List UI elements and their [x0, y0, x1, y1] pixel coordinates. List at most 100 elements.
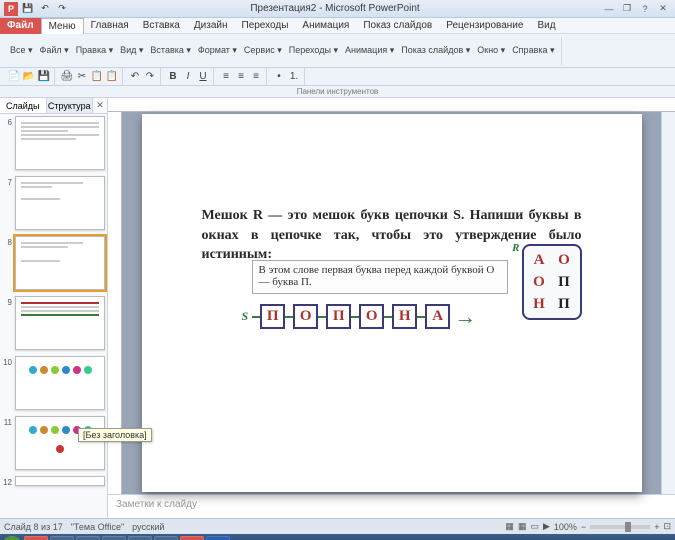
- status-language[interactable]: русский: [132, 522, 164, 532]
- zoom-slider[interactable]: [590, 525, 650, 529]
- menu-file[interactable]: Файл ▾: [37, 44, 72, 57]
- tab-review[interactable]: Рецензирование: [439, 18, 530, 34]
- menu-insert[interactable]: Вставка ▾: [147, 44, 193, 57]
- view-normal-icon[interactable]: ▦: [505, 521, 514, 532]
- paste-icon[interactable]: 📋: [105, 70, 119, 84]
- r-cell: Н: [528, 294, 551, 314]
- cut-icon[interactable]: ✂: [75, 70, 89, 84]
- panel-close-icon[interactable]: ✕: [93, 98, 107, 113]
- title-bar: P 💾 ↶ ↷ Презентация2 - Microsoft PowerPo…: [0, 0, 675, 18]
- arrow-icon: →: [454, 306, 476, 328]
- fit-icon[interactable]: ⊡: [663, 521, 671, 532]
- toolbar-group-label: Панели инструментов: [0, 86, 675, 98]
- menu-all[interactable]: Все ▾: [7, 44, 36, 57]
- tab-home[interactable]: Главная: [84, 18, 136, 34]
- menu-animation[interactable]: Анимация ▾: [342, 44, 397, 57]
- zoom-value[interactable]: 100%: [554, 522, 577, 532]
- task-powerpoint-icon[interactable]: P: [180, 536, 204, 540]
- thumbnail-7[interactable]: [15, 176, 105, 230]
- s-label: S: [242, 309, 249, 324]
- task-chrome-icon[interactable]: 🌐: [76, 536, 100, 540]
- thumbnail-9[interactable]: [15, 296, 105, 350]
- task-media-icon[interactable]: ▶: [128, 536, 152, 540]
- thumbnail-list[interactable]: 6 7 8 9 10 11 12: [0, 114, 107, 518]
- align-center-icon[interactable]: ≡: [234, 70, 248, 84]
- underline-icon[interactable]: U: [196, 70, 210, 84]
- toolbar: Все ▾ Файл ▾ Правка ▾ Вид ▾ Вставка ▾ Фо…: [0, 34, 675, 68]
- close-icon[interactable]: ✕: [655, 3, 671, 15]
- menu-window[interactable]: Окно ▾: [474, 44, 508, 57]
- panel-tab-outline[interactable]: Структура: [47, 98, 94, 113]
- open-icon[interactable]: 📂: [22, 70, 36, 84]
- menu-tools[interactable]: Сервис ▾: [241, 44, 285, 57]
- tab-menu[interactable]: Меню: [41, 18, 84, 34]
- panel-tab-slides[interactable]: Слайды: [0, 98, 47, 113]
- menu-format[interactable]: Формат ▾: [195, 44, 240, 57]
- notes-pane[interactable]: Заметки к слайду: [108, 494, 675, 518]
- undo-icon[interactable]: ↶: [128, 70, 142, 84]
- taskbar: ◉ O 📁 🌐 ▦ ▶ e P W RU ▲ 📶 🔊 🔋 21:26: [0, 534, 675, 540]
- slide-canvas[interactable]: Мешок R — это мешок букв цепочки S. Напи…: [122, 112, 661, 494]
- redo-icon[interactable]: ↷: [143, 70, 157, 84]
- menu-view[interactable]: Вид ▾: [117, 44, 146, 57]
- tab-animation[interactable]: Анимация: [295, 18, 356, 34]
- view-reading-icon[interactable]: ▭: [530, 521, 539, 532]
- tab-file[interactable]: Файл: [0, 18, 41, 34]
- r-cell: П: [553, 294, 576, 314]
- italic-icon[interactable]: I: [181, 70, 195, 84]
- r-cell: О: [528, 272, 551, 292]
- thumbnail-tooltip: [Без заголовка]: [78, 428, 152, 442]
- thumbnail-6[interactable]: [15, 116, 105, 170]
- thumbnail-11[interactable]: [15, 416, 105, 470]
- thumb-number: 10: [2, 356, 12, 410]
- copy-icon[interactable]: 📋: [90, 70, 104, 84]
- task-explorer-icon[interactable]: 📁: [50, 536, 74, 540]
- menu-slideshow[interactable]: Показ слайдов ▾: [398, 44, 473, 57]
- print-icon[interactable]: 🖨: [60, 70, 74, 84]
- tab-slideshow[interactable]: Показ слайдов: [356, 18, 439, 34]
- vertical-scrollbar[interactable]: [661, 112, 675, 494]
- undo-icon[interactable]: ↶: [38, 2, 52, 16]
- align-left-icon[interactable]: ≡: [219, 70, 233, 84]
- help-icon[interactable]: ?: [637, 3, 653, 15]
- tab-view[interactable]: Вид: [530, 18, 562, 34]
- powerpoint-icon: P: [4, 2, 18, 16]
- zoom-out-icon[interactable]: −: [581, 522, 586, 532]
- tab-transitions[interactable]: Переходы: [235, 18, 296, 34]
- redo-icon[interactable]: ↷: [55, 2, 69, 16]
- new-icon[interactable]: 📄: [7, 70, 21, 84]
- bold-icon[interactable]: B: [166, 70, 180, 84]
- horizontal-ruler[interactable]: [108, 98, 675, 112]
- menu-transitions[interactable]: Переходы ▾: [286, 44, 341, 57]
- menu-edit[interactable]: Правка ▾: [73, 44, 116, 57]
- thumb-number: 7: [2, 176, 12, 230]
- chain-cell: П: [260, 304, 285, 329]
- r-cell: А: [528, 250, 551, 270]
- zoom-in-icon[interactable]: +: [654, 522, 659, 532]
- quick-access-toolbar: P 💾 ↶ ↷: [0, 2, 69, 16]
- chain-cell: Н: [392, 304, 417, 329]
- save-icon[interactable]: 💾: [21, 2, 35, 16]
- chain-cell: О: [359, 304, 384, 329]
- start-button[interactable]: ◉: [2, 536, 22, 540]
- task-ie-icon[interactable]: e: [154, 536, 178, 540]
- bullets-icon[interactable]: •: [272, 70, 286, 84]
- tab-design[interactable]: Дизайн: [187, 18, 235, 34]
- menu-help[interactable]: Справка ▾: [509, 44, 557, 57]
- thumbnail-8[interactable]: [15, 236, 105, 290]
- task-widgets-icon[interactable]: ▦: [102, 536, 126, 540]
- slide[interactable]: Мешок R — это мешок букв цепочки S. Напи…: [142, 114, 642, 492]
- align-right-icon[interactable]: ≡: [249, 70, 263, 84]
- numbering-icon[interactable]: 1.: [287, 70, 301, 84]
- minimize-icon[interactable]: —: [601, 3, 617, 15]
- tab-insert[interactable]: Вставка: [136, 18, 187, 34]
- thumb-number: 9: [2, 296, 12, 350]
- save-icon[interactable]: 💾: [37, 70, 51, 84]
- task-opera-icon[interactable]: O: [24, 536, 48, 540]
- thumbnail-12[interactable]: [15, 476, 105, 486]
- task-word-icon[interactable]: W: [206, 536, 230, 540]
- restore-icon[interactable]: ❐: [619, 3, 635, 15]
- view-sorter-icon[interactable]: ▦: [518, 521, 527, 532]
- view-slideshow-icon[interactable]: ▶: [543, 521, 550, 532]
- thumbnail-10[interactable]: [15, 356, 105, 410]
